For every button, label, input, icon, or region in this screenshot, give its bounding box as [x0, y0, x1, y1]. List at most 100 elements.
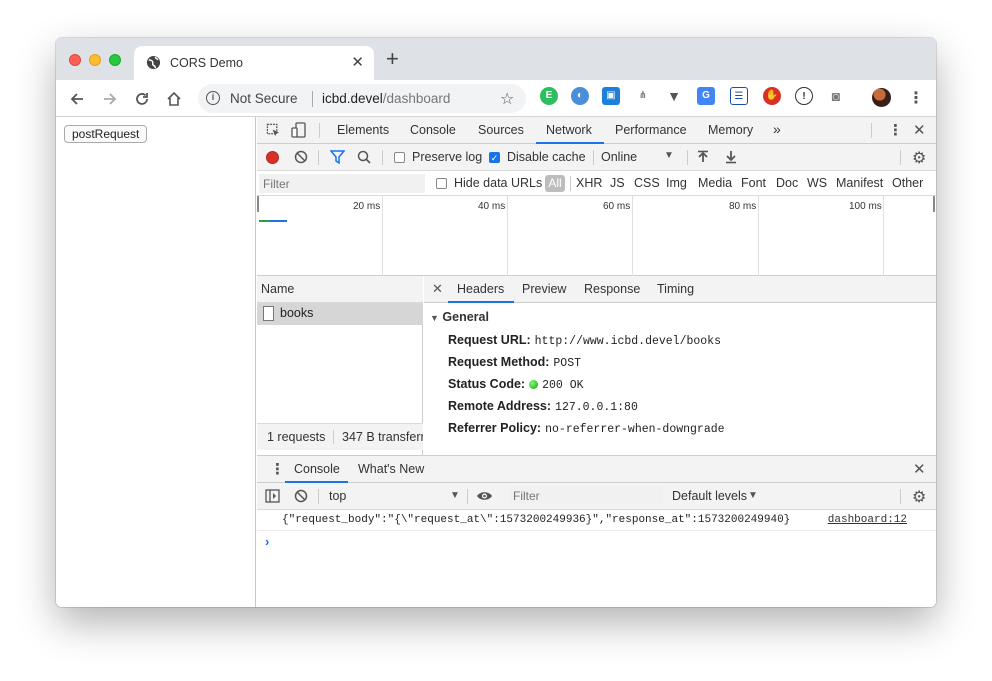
window-extension-icon[interactable]: ☰ — [730, 87, 748, 105]
hide-data-urls-label: Hide data URLs — [454, 176, 543, 190]
record-button[interactable] — [266, 151, 279, 164]
request-row[interactable]: books — [257, 303, 423, 325]
overview-tick-label: 20 ms — [353, 201, 381, 212]
general-section-title: General — [442, 310, 489, 324]
name-column-header[interactable]: Name — [257, 276, 423, 303]
filter-icon[interactable] — [329, 150, 346, 167]
network-settings-gear-icon[interactable]: ⚙ — [912, 148, 926, 168]
filter-type-manifest[interactable]: Manifest — [836, 176, 883, 190]
drawer-menu-icon[interactable]: ⋮ — [270, 460, 285, 478]
context-select[interactable]: top — [329, 489, 346, 503]
clear-icon[interactable] — [294, 150, 308, 167]
tab-response[interactable]: Response — [584, 282, 640, 296]
drawer-tab-console[interactable]: Console — [294, 462, 340, 476]
throttling-dropdown-icon[interactable]: ▼ — [664, 150, 674, 161]
throttling-select[interactable]: Online — [601, 150, 637, 164]
minimize-window-button[interactable] — [89, 54, 101, 66]
tab-preview[interactable]: Preview — [522, 282, 566, 296]
log-levels-dropdown-icon[interactable]: ▼ — [748, 490, 758, 501]
filter-type-js[interactable]: JS — [610, 176, 625, 190]
toolbar-separator — [687, 150, 688, 165]
info-icon[interactable]: i — [206, 91, 220, 105]
console-filter-input[interactable] — [509, 486, 663, 505]
filter-type-css[interactable]: CSS — [634, 176, 660, 190]
close-details-icon[interactable]: ✕ — [432, 281, 443, 297]
hide-data-urls-checkbox[interactable] — [436, 178, 447, 189]
filter-type-xhr[interactable]: XHR — [576, 176, 602, 190]
preserve-log-label: Preserve log — [412, 150, 483, 164]
filter-type-doc[interactable]: Doc — [776, 176, 798, 190]
tab-memory[interactable]: Memory — [708, 123, 753, 137]
export-har-icon[interactable] — [725, 150, 737, 167]
security-label: Not Secure — [230, 91, 298, 106]
filter-type-all[interactable]: All — [545, 175, 565, 192]
console-drawer: ⋮ Console What's New ✕ top ▼ Filter Defa… — [257, 455, 936, 607]
vue-extension-icon[interactable]: ▼ — [665, 87, 683, 105]
import-har-icon[interactable] — [697, 150, 709, 167]
tab-timing[interactable]: Timing — [657, 282, 694, 296]
request-method-key: Request Method: — [448, 355, 550, 369]
tab-console[interactable]: Console — [410, 123, 456, 137]
device-toolbar-icon[interactable] — [291, 122, 307, 141]
globe-icon — [146, 55, 161, 73]
home-button[interactable] — [163, 88, 185, 110]
camera-extension-icon[interactable]: ◙ — [827, 87, 845, 105]
request-details: ✕ Headers Preview Response Timing ▼ Gene… — [424, 276, 936, 450]
close-window-button[interactable] — [69, 54, 81, 66]
profile-avatar[interactable] — [872, 88, 891, 107]
overview-handle-right[interactable] — [933, 196, 935, 212]
tab-elements[interactable]: Elements — [337, 123, 389, 137]
live-expression-eye-icon[interactable] — [476, 490, 493, 505]
tree-extension-icon[interactable]: ⋔ — [634, 87, 652, 105]
general-section-header[interactable]: ▼ General — [430, 310, 489, 324]
translate-extension-icon[interactable]: G — [697, 87, 715, 105]
more-tabs-icon[interactable]: » — [773, 121, 781, 137]
log-levels-select[interactable]: Default levels — [672, 489, 747, 503]
close-drawer-icon[interactable]: ✕ — [913, 460, 926, 478]
network-filter-input[interactable] — [259, 174, 425, 193]
filter-type-ws[interactable]: WS — [807, 176, 827, 190]
search-icon[interactable] — [357, 150, 371, 167]
browser-tab[interactable]: CORS Demo ✕ — [134, 46, 374, 80]
disable-cache-checkbox[interactable]: ✓ — [489, 152, 500, 163]
address-bar[interactable]: i Not Secure icbd.devel/dashboard ☆ — [198, 84, 526, 113]
back-button[interactable] — [66, 88, 88, 110]
screenshot-extension-icon[interactable]: ▣ — [602, 87, 620, 105]
maximize-window-button[interactable] — [109, 54, 121, 66]
overview-handle-left[interactable] — [257, 196, 259, 212]
console-settings-gear-icon[interactable]: ⚙ — [912, 487, 926, 507]
adblock-extension-icon[interactable]: ✋ — [763, 87, 781, 105]
tab-headers[interactable]: Headers — [457, 282, 504, 296]
browser-menu-icon[interactable]: ⋮ — [908, 88, 924, 108]
clear-console-icon[interactable] — [294, 489, 308, 506]
context-dropdown-icon[interactable]: ▼ — [450, 490, 460, 501]
close-tab-icon[interactable]: ✕ — [351, 53, 364, 71]
reload-button[interactable] — [131, 88, 153, 110]
request-count: 1 requests — [267, 430, 326, 444]
status-code-value: 200 OK — [542, 379, 584, 392]
close-devtools-icon[interactable]: ✕ — [913, 121, 926, 139]
tab-network[interactable]: Network — [546, 123, 592, 137]
devtools-menu-icon[interactable]: ⋮ — [888, 121, 903, 139]
inspect-element-icon[interactable] — [266, 123, 281, 141]
preserve-log-checkbox[interactable] — [394, 152, 405, 163]
forward-button[interactable] — [99, 88, 121, 110]
console-log-source-link[interactable]: dashboard:12 — [828, 514, 907, 526]
filter-type-media[interactable]: Media — [698, 176, 732, 190]
evernote-extension-icon[interactable]: E — [540, 87, 558, 105]
network-overview-timeline[interactable]: 20 ms 40 ms 60 ms 80 ms 100 ms — [257, 196, 936, 276]
tab-performance[interactable]: Performance — [615, 123, 687, 137]
onepassword-extension-icon[interactable]: ! — [795, 87, 813, 105]
console-prompt-icon[interactable]: › — [265, 534, 269, 549]
post-request-button[interactable]: postRequest — [64, 125, 148, 143]
browser-window: CORS Demo ✕ + i Not Secure icbd.devel/da… — [56, 38, 936, 607]
filter-type-font[interactable]: Font — [741, 176, 766, 190]
new-tab-button[interactable]: + — [386, 48, 399, 70]
filter-type-other[interactable]: Other — [892, 176, 923, 190]
compass-extension-icon[interactable]: ◐ — [571, 87, 589, 105]
filter-type-img[interactable]: Img — [666, 176, 687, 190]
bookmark-star-icon[interactable]: ☆ — [500, 89, 514, 109]
tab-sources[interactable]: Sources — [478, 123, 524, 137]
drawer-tab-whats-new[interactable]: What's New — [358, 462, 424, 476]
sidebar-toggle-icon[interactable] — [265, 489, 280, 506]
